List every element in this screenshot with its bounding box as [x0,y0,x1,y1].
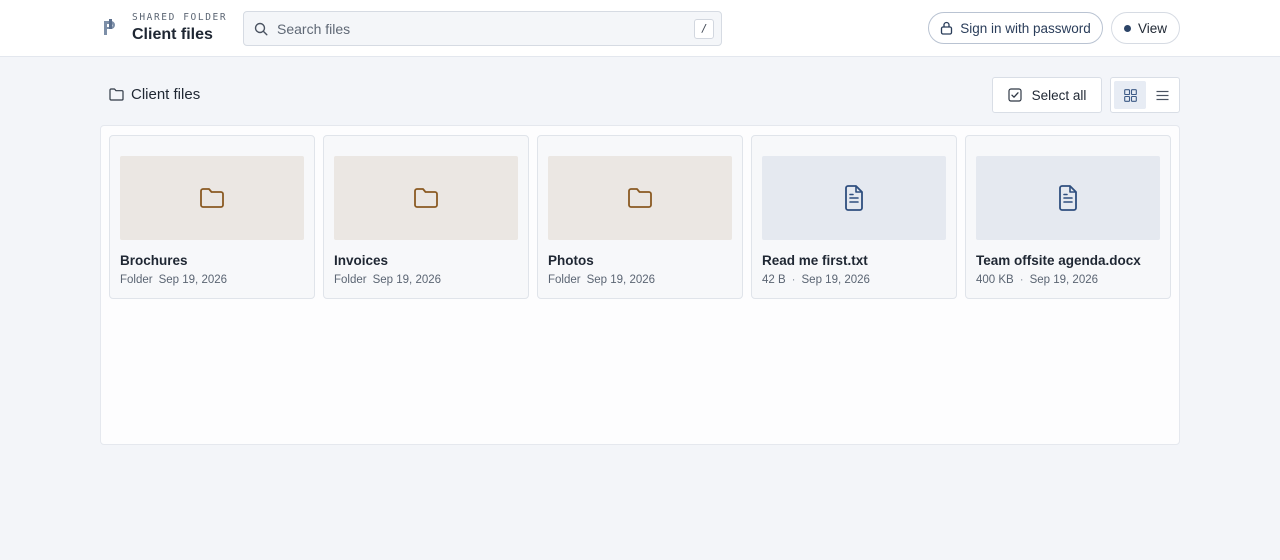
grid-icon [1123,88,1137,102]
file-type: Folder [334,274,367,286]
app-logo-icon [104,19,115,35]
file-name: Team offsite agenda.docx [976,253,1141,268]
view-button[interactable]: View [1111,12,1180,44]
file-card-invoices[interactable]: Invoices Folder Sep 19, 2026 [323,135,529,299]
file-date: Sep 19, 2026 [372,274,442,286]
list-icon [1156,90,1168,100]
checkbox-checked-icon [1008,88,1022,102]
search-shortcut-key: / [694,19,714,39]
file-thumbnail [762,156,946,240]
folder-outline-icon [109,88,124,101]
grid-view-button[interactable] [1114,81,1146,109]
file-name: Photos [548,253,594,268]
document-icon [845,185,863,211]
file-meta: Folder Sep 19, 2026 [548,274,738,286]
file-date: Sep 19, 2026 [801,274,870,286]
folder-icon [628,188,652,208]
file-card-brochures[interactable]: Brochures Folder Sep 19, 2026 [109,135,315,299]
status-dot-icon [1123,24,1131,32]
file-name: Read me first.txt [762,253,868,268]
search-input[interactable] [277,12,677,45]
folder-title: Client files [132,26,213,43]
view-label: View [1137,20,1168,36]
file-card-read-me-first[interactable]: Read me first.txt 42 B · Sep 19, 2026 [751,135,957,299]
file-thumbnail [976,156,1160,240]
file-meta: Folder Sep 19, 2026 [334,274,524,286]
breadcrumb-current[interactable]: Client files [131,86,200,103]
file-date: Sep 19, 2026 [158,274,228,286]
file-date: Sep 19, 2026 [1029,274,1098,286]
folder-icon [200,188,224,208]
sign-in-with-password-button[interactable]: Sign in with password [928,12,1103,44]
file-type: Folder [120,274,153,286]
breadcrumb: Client files [109,86,200,103]
file-size: 400 KB [976,274,1014,286]
search-box[interactable]: / [243,11,722,46]
file-grid: Brochures Folder Sep 19, 2026 Invoices F… [100,125,1180,445]
meta-separator: · [1019,274,1024,286]
folder-icon [414,188,438,208]
file-thumbnail [334,156,518,240]
file-meta: 400 KB · Sep 19, 2026 [976,274,1166,286]
file-meta: Folder Sep 19, 2026 [120,274,310,286]
file-name: Brochures [120,253,188,268]
file-size: 42 B [762,274,786,286]
file-card-photos[interactable]: Photos Folder Sep 19, 2026 [537,135,743,299]
select-all-label: Select all [1031,87,1087,103]
select-all-button[interactable]: Select all [992,77,1102,113]
view-mode-toggle [1110,77,1180,113]
top-bar: SHARED FOLDER Client files / Sign in wit… [0,0,1280,57]
file-name: Invoices [334,253,389,268]
document-icon [1059,185,1077,211]
shared-folder-kicker: SHARED FOLDER [132,12,228,23]
list-view-button[interactable] [1146,81,1178,109]
file-type: Folder [548,274,581,286]
meta-separator: · [791,274,796,286]
search-icon [254,22,268,36]
file-thumbnail [548,156,732,240]
file-meta: 42 B · Sep 19, 2026 [762,274,952,286]
file-date: Sep 19, 2026 [586,274,656,286]
lock-icon [941,21,953,35]
file-thumbnail [120,156,304,240]
sign-in-label: Sign in with password [960,20,1091,36]
file-card-team-offsite-agenda[interactable]: Team offsite agenda.docx 400 KB · Sep 19… [965,135,1171,299]
